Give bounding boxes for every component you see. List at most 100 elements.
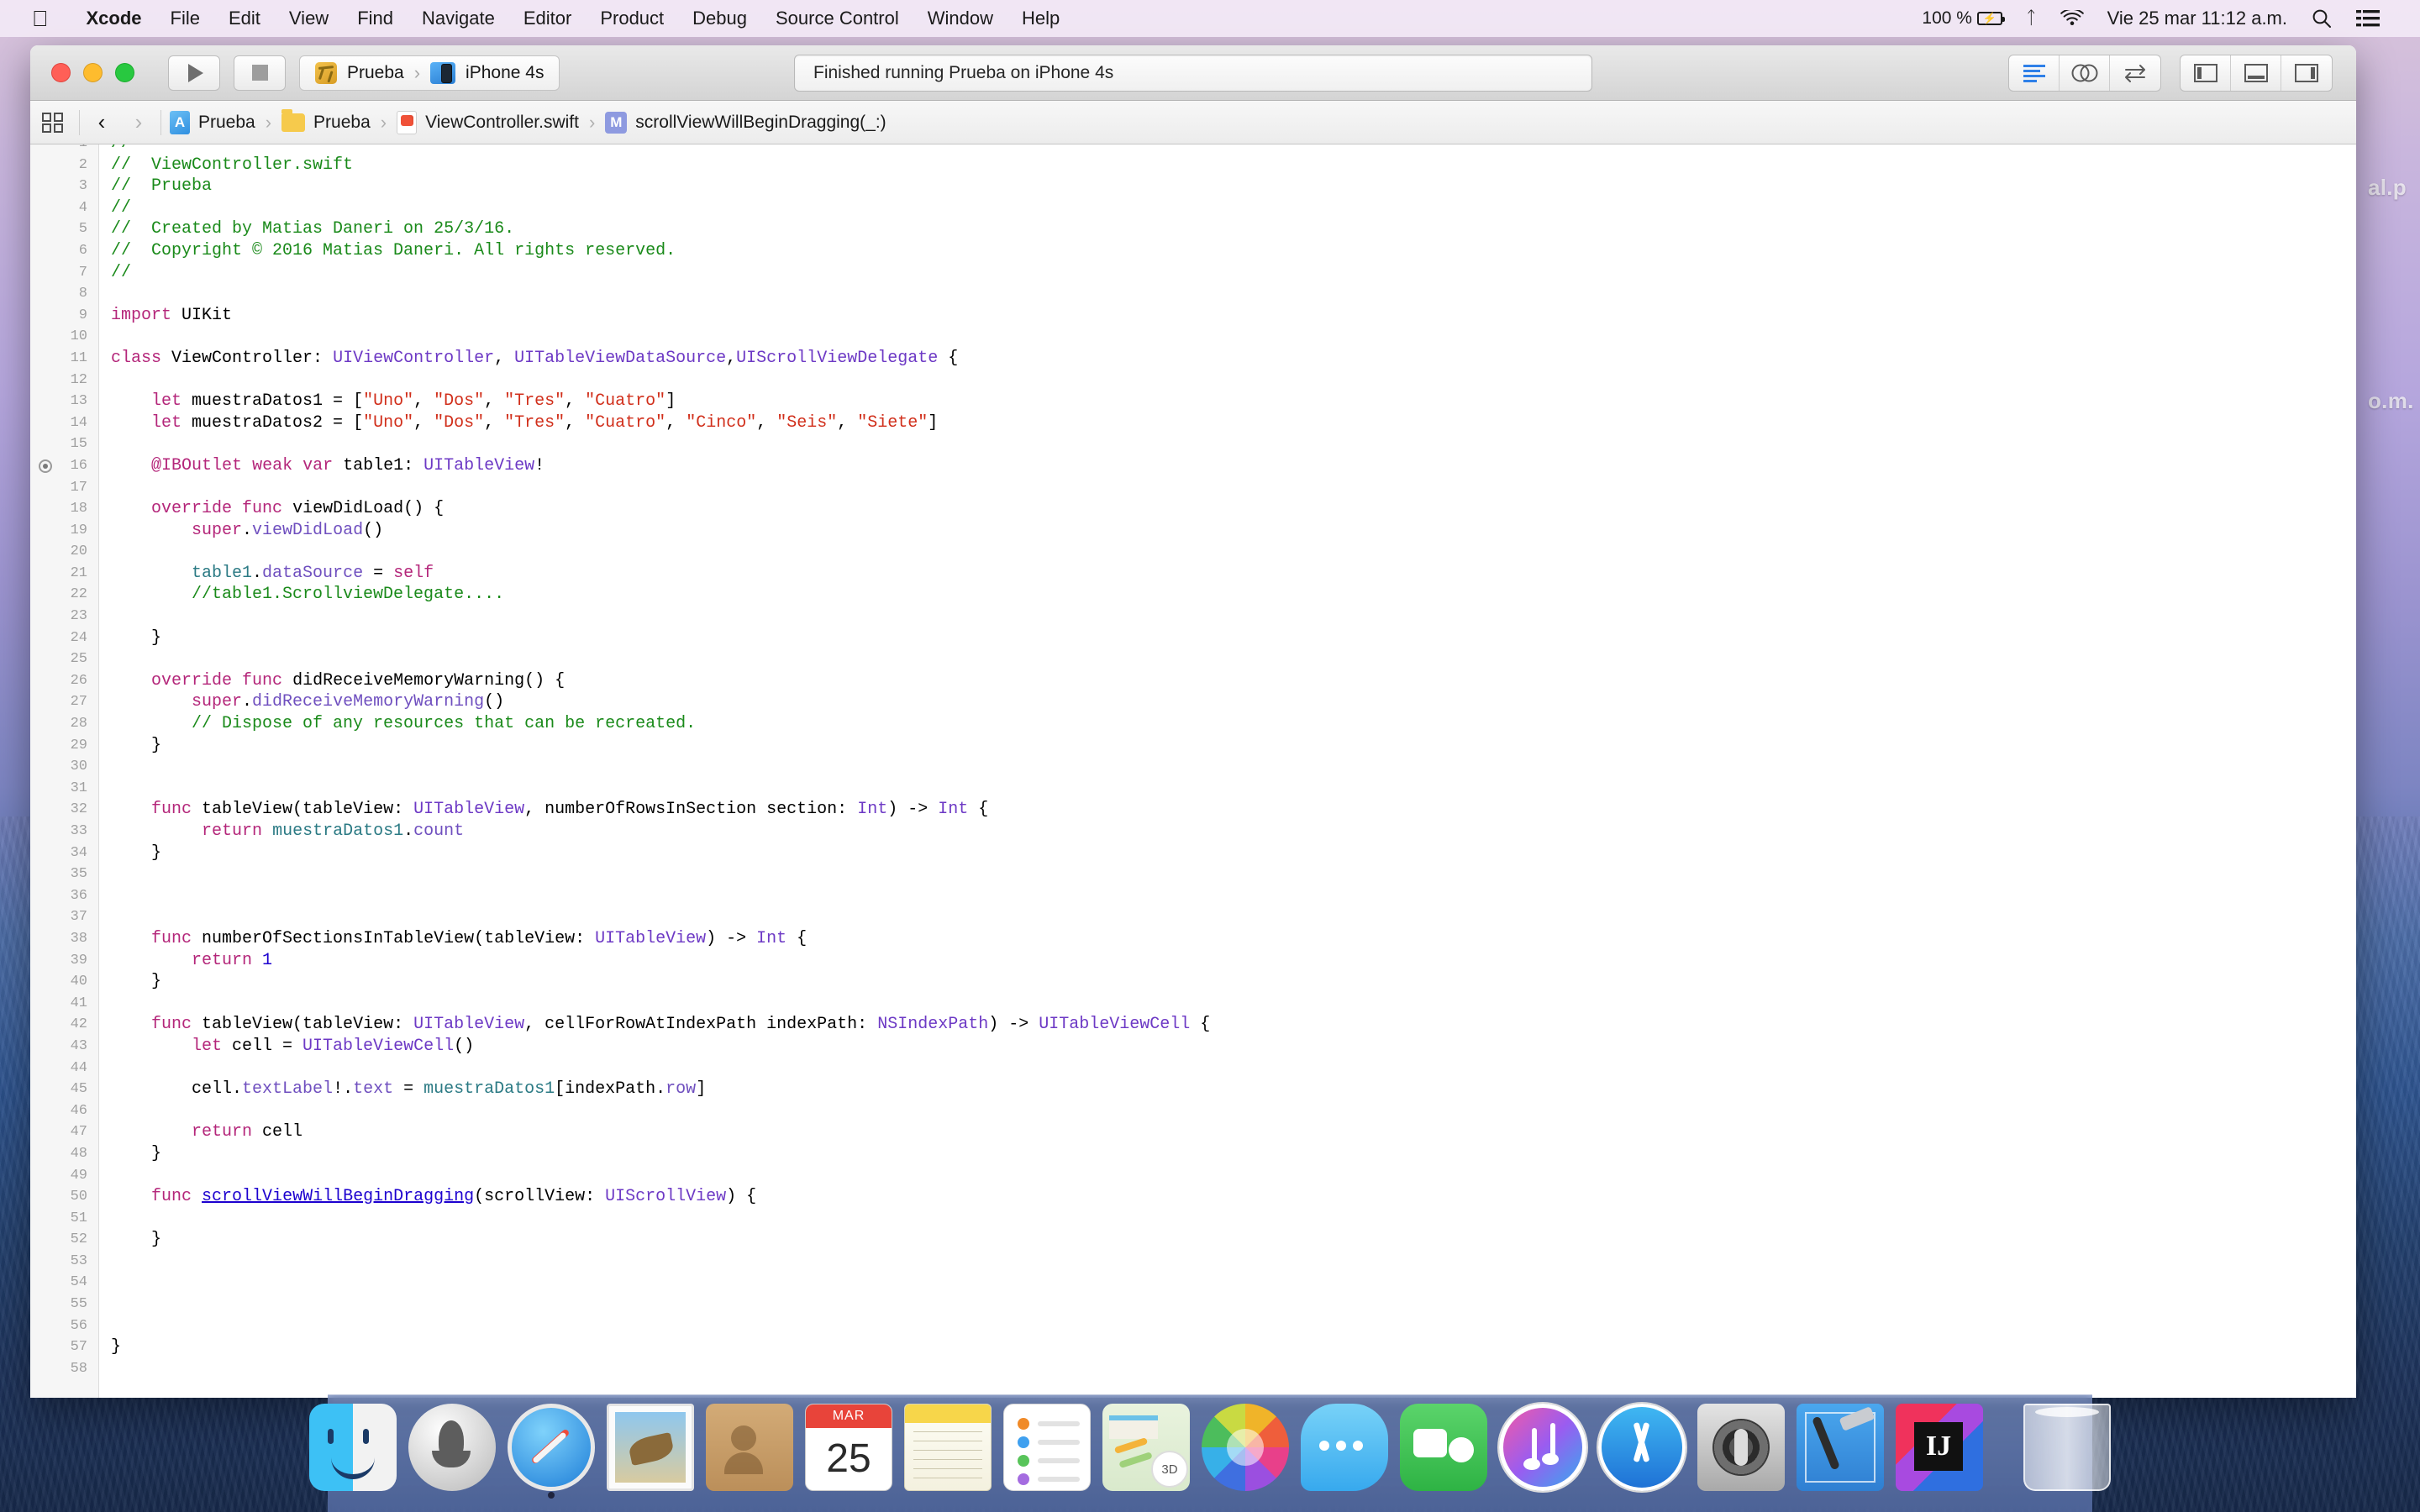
line-number[interactable]: 35 (30, 864, 98, 885)
stop-button[interactable] (234, 55, 286, 91)
line-number[interactable]: 34 (30, 843, 98, 864)
breadcrumb-item-2[interactable]: Prueba (276, 108, 376, 133)
line-number[interactable]: 31 (30, 778, 98, 800)
menu-item-edit[interactable]: Edit (214, 8, 275, 29)
activity-status-bar[interactable]: Finished running Prueba on iPhone 4s (794, 54, 1592, 92)
line-number[interactable]: 8 (30, 283, 98, 305)
line-number[interactable]: 44 (30, 1058, 98, 1079)
dock-item-finder[interactable] (309, 1404, 397, 1491)
dock-item-launchpad[interactable] (408, 1404, 496, 1491)
line-number[interactable]: 20 (30, 541, 98, 563)
line-number[interactable]: 9 (30, 305, 98, 327)
line-number[interactable]: 10 (30, 326, 98, 348)
toggle-utilities-button[interactable] (2281, 55, 2332, 91)
minimize-button[interactable] (83, 63, 103, 82)
line-number[interactable]: 54 (30, 1272, 98, 1294)
line-number[interactable]: 49 (30, 1165, 98, 1187)
menu-item-help[interactable]: Help (1007, 8, 1074, 29)
code-text-area[interactable]: //// ViewController.swift// Prueba//// C… (99, 144, 2356, 1398)
line-number[interactable]: 28 (30, 713, 98, 735)
line-number[interactable]: 53 (30, 1251, 98, 1273)
line-number[interactable]: 46 (30, 1100, 98, 1122)
menu-item-product[interactable]: Product (586, 8, 678, 29)
line-number[interactable]: 32 (30, 799, 98, 821)
dock-item-contacts[interactable] (706, 1404, 793, 1491)
dock-item-notes[interactable] (904, 1404, 992, 1491)
clock-label[interactable]: Vie 25 mar 11:12 a.m. (2096, 8, 2299, 29)
line-number[interactable]: 42 (30, 1014, 98, 1036)
line-number[interactable]: 40 (30, 971, 98, 993)
line-number[interactable]: 55 (30, 1294, 98, 1315)
line-number[interactable]: 36 (30, 885, 98, 907)
line-number[interactable]: 6 (30, 240, 98, 262)
line-number[interactable]: 5 (30, 218, 98, 240)
menu-item-xcode[interactable]: Xcode (72, 8, 156, 29)
line-number[interactable]: 21 (30, 563, 98, 585)
toggle-navigator-button[interactable] (2181, 55, 2231, 91)
line-number[interactable]: 30 (30, 756, 98, 778)
line-number[interactable]: 33 (30, 821, 98, 843)
line-number[interactable]: 23 (30, 606, 98, 627)
related-items-icon[interactable] (30, 112, 76, 134)
dock-item-maps[interactable]: 3D (1102, 1404, 1190, 1491)
line-number[interactable]: 7 (30, 262, 98, 284)
line-number[interactable]: 43 (30, 1036, 98, 1058)
line-number[interactable]: 56 (30, 1315, 98, 1337)
line-number[interactable]: 14 (30, 412, 98, 434)
line-number[interactable]: 18 (30, 498, 98, 520)
dock-item-facetime[interactable] (1400, 1404, 1487, 1491)
line-number[interactable]: 47 (30, 1121, 98, 1143)
line-number[interactable]: 2 (30, 155, 98, 176)
line-number[interactable]: 52 (30, 1229, 98, 1251)
breadcrumb-item-3[interactable]: ViewController.swift (392, 110, 584, 134)
menu-item-navigate[interactable]: Navigate (408, 8, 509, 29)
forward-button[interactable]: › (120, 109, 157, 135)
line-number[interactable]: 17 (30, 477, 98, 499)
line-number[interactable]: 3 (30, 176, 98, 197)
line-number[interactable]: 57 (30, 1336, 98, 1358)
dock-item-intellij-idea[interactable] (1896, 1404, 1983, 1491)
line-number[interactable]: 13 (30, 391, 98, 412)
dock-item-calendar[interactable]: MAR 25 (805, 1404, 892, 1491)
version-editor-button[interactable] (2110, 55, 2160, 91)
dock-item-reminders[interactable] (1003, 1404, 1091, 1491)
line-number[interactable]: 50 (30, 1186, 98, 1208)
line-number[interactable]: 19 (30, 520, 98, 542)
line-number-gutter[interactable]: 1234567891011121314151617181920212223242… (30, 144, 99, 1398)
toggle-debug-area-button[interactable] (2231, 55, 2281, 91)
dock-item-photos[interactable] (1202, 1404, 1289, 1491)
menu-item-debug[interactable]: Debug (678, 8, 761, 29)
bluetooth-icon[interactable]: ᛏ (2014, 8, 2049, 29)
dock-item-messages[interactable] (1301, 1404, 1388, 1491)
breadcrumb-item-4[interactable]: MscrollViewWillBeginDragging(_:) (600, 111, 891, 134)
dock-item-system-preferences[interactable] (1697, 1404, 1785, 1491)
line-number[interactable]: 4 (30, 197, 98, 219)
line-number[interactable]: 25 (30, 648, 98, 670)
menu-item-file[interactable]: File (156, 8, 214, 29)
breakpoint-icon[interactable] (39, 459, 52, 473)
line-number[interactable]: 41 (30, 993, 98, 1015)
code-token[interactable]: scrollViewWillBeginDragging (202, 1187, 474, 1206)
line-number[interactable]: 39 (30, 950, 98, 972)
dock-item-trash[interactable] (2023, 1404, 2111, 1491)
line-number[interactable]: 22 (30, 584, 98, 606)
line-number[interactable]: 12 (30, 370, 98, 391)
zoom-button[interactable] (115, 63, 134, 82)
line-number[interactable]: 48 (30, 1143, 98, 1165)
line-number[interactable]: 1 (30, 144, 98, 155)
line-number[interactable]: 16 (30, 455, 98, 477)
source-editor[interactable]: 1234567891011121314151617181920212223242… (30, 144, 2356, 1398)
line-number[interactable]: 37 (30, 906, 98, 928)
scheme-selector[interactable]: Prueba › iPhone 4s (299, 55, 560, 91)
line-number[interactable]: 51 (30, 1208, 98, 1230)
line-number[interactable]: 26 (30, 670, 98, 692)
breadcrumb-item-1[interactable]: Prueba (165, 110, 260, 134)
menu-item-editor[interactable]: Editor (509, 8, 586, 29)
line-number[interactable]: 58 (30, 1358, 98, 1380)
apple-logo-icon[interactable]:  (32, 8, 49, 29)
dock-item-xcode[interactable] (1797, 1404, 1884, 1491)
line-number[interactable]: 29 (30, 735, 98, 757)
line-number[interactable]: 24 (30, 627, 98, 649)
notification-center-icon[interactable] (2344, 9, 2391, 28)
menu-item-source-control[interactable]: Source Control (761, 8, 913, 29)
